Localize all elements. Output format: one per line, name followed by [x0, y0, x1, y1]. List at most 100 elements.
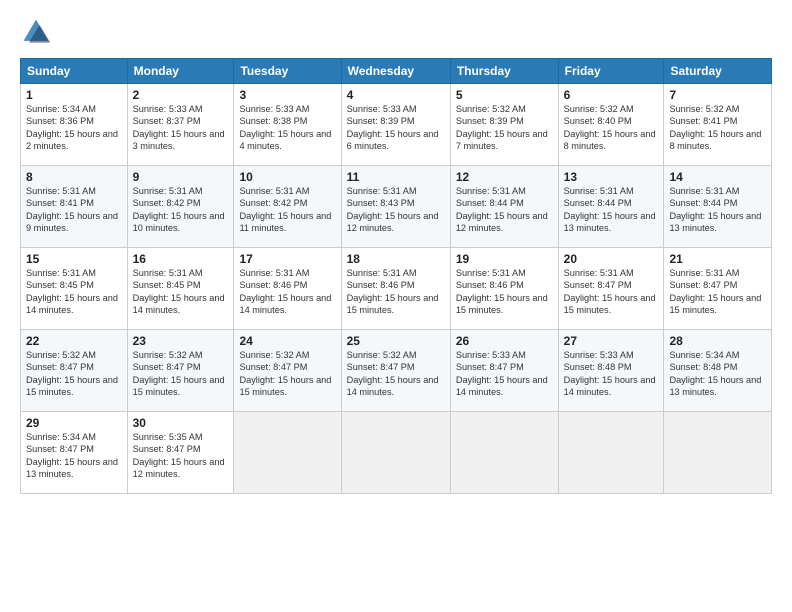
day-info: Sunrise: 5:33 AM Sunset: 8:38 PM Dayligh… — [239, 103, 335, 153]
day-number: 5 — [456, 88, 553, 102]
day-number: 10 — [239, 170, 335, 184]
day-info: Sunrise: 5:31 AM Sunset: 8:42 PM Dayligh… — [133, 185, 229, 235]
calendar-week-5: 29 Sunrise: 5:34 AM Sunset: 8:47 PM Dayl… — [21, 412, 772, 494]
day-number: 25 — [347, 334, 445, 348]
calendar-cell — [234, 412, 341, 494]
calendar-header-saturday: Saturday — [664, 59, 772, 84]
calendar-cell — [664, 412, 772, 494]
calendar-cell — [450, 412, 558, 494]
day-info: Sunrise: 5:31 AM Sunset: 8:45 PM Dayligh… — [133, 267, 229, 317]
calendar-header-tuesday: Tuesday — [234, 59, 341, 84]
day-info: Sunrise: 5:31 AM Sunset: 8:45 PM Dayligh… — [26, 267, 122, 317]
calendar-cell: 17 Sunrise: 5:31 AM Sunset: 8:46 PM Dayl… — [234, 248, 341, 330]
calendar-cell: 18 Sunrise: 5:31 AM Sunset: 8:46 PM Dayl… — [341, 248, 450, 330]
calendar-cell: 13 Sunrise: 5:31 AM Sunset: 8:44 PM Dayl… — [558, 166, 664, 248]
day-info: Sunrise: 5:31 AM Sunset: 8:41 PM Dayligh… — [26, 185, 122, 235]
day-info: Sunrise: 5:32 AM Sunset: 8:40 PM Dayligh… — [564, 103, 659, 153]
calendar-week-4: 22 Sunrise: 5:32 AM Sunset: 8:47 PM Dayl… — [21, 330, 772, 412]
calendar-cell: 12 Sunrise: 5:31 AM Sunset: 8:44 PM Dayl… — [450, 166, 558, 248]
day-info: Sunrise: 5:35 AM Sunset: 8:47 PM Dayligh… — [133, 431, 229, 481]
header — [20, 16, 772, 48]
day-info: Sunrise: 5:33 AM Sunset: 8:48 PM Dayligh… — [564, 349, 659, 399]
calendar-table: SundayMondayTuesdayWednesdayThursdayFrid… — [20, 58, 772, 494]
calendar-cell — [341, 412, 450, 494]
calendar-cell: 9 Sunrise: 5:31 AM Sunset: 8:42 PM Dayli… — [127, 166, 234, 248]
calendar-cell: 24 Sunrise: 5:32 AM Sunset: 8:47 PM Dayl… — [234, 330, 341, 412]
calendar-cell: 30 Sunrise: 5:35 AM Sunset: 8:47 PM Dayl… — [127, 412, 234, 494]
day-number: 2 — [133, 88, 229, 102]
day-info: Sunrise: 5:32 AM Sunset: 8:39 PM Dayligh… — [456, 103, 553, 153]
day-info: Sunrise: 5:34 AM Sunset: 8:48 PM Dayligh… — [669, 349, 766, 399]
page: SundayMondayTuesdayWednesdayThursdayFrid… — [0, 0, 792, 612]
calendar-cell: 16 Sunrise: 5:31 AM Sunset: 8:45 PM Dayl… — [127, 248, 234, 330]
day-number: 4 — [347, 88, 445, 102]
day-number: 21 — [669, 252, 766, 266]
calendar-cell: 11 Sunrise: 5:31 AM Sunset: 8:43 PM Dayl… — [341, 166, 450, 248]
day-info: Sunrise: 5:31 AM Sunset: 8:46 PM Dayligh… — [239, 267, 335, 317]
day-info: Sunrise: 5:31 AM Sunset: 8:44 PM Dayligh… — [456, 185, 553, 235]
calendar-cell: 2 Sunrise: 5:33 AM Sunset: 8:37 PM Dayli… — [127, 84, 234, 166]
day-number: 8 — [26, 170, 122, 184]
calendar-header-row: SundayMondayTuesdayWednesdayThursdayFrid… — [21, 59, 772, 84]
day-number: 12 — [456, 170, 553, 184]
logo — [20, 16, 56, 48]
day-number: 22 — [26, 334, 122, 348]
calendar-cell: 28 Sunrise: 5:34 AM Sunset: 8:48 PM Dayl… — [664, 330, 772, 412]
day-info: Sunrise: 5:31 AM Sunset: 8:47 PM Dayligh… — [669, 267, 766, 317]
calendar-cell: 19 Sunrise: 5:31 AM Sunset: 8:46 PM Dayl… — [450, 248, 558, 330]
calendar-header-monday: Monday — [127, 59, 234, 84]
calendar-cell: 6 Sunrise: 5:32 AM Sunset: 8:40 PM Dayli… — [558, 84, 664, 166]
calendar-cell — [558, 412, 664, 494]
day-number: 17 — [239, 252, 335, 266]
day-info: Sunrise: 5:32 AM Sunset: 8:41 PM Dayligh… — [669, 103, 766, 153]
calendar-cell: 23 Sunrise: 5:32 AM Sunset: 8:47 PM Dayl… — [127, 330, 234, 412]
day-number: 23 — [133, 334, 229, 348]
calendar-week-1: 1 Sunrise: 5:34 AM Sunset: 8:36 PM Dayli… — [21, 84, 772, 166]
day-info: Sunrise: 5:31 AM Sunset: 8:46 PM Dayligh… — [456, 267, 553, 317]
day-number: 20 — [564, 252, 659, 266]
calendar-cell: 15 Sunrise: 5:31 AM Sunset: 8:45 PM Dayl… — [21, 248, 128, 330]
calendar-cell: 25 Sunrise: 5:32 AM Sunset: 8:47 PM Dayl… — [341, 330, 450, 412]
day-info: Sunrise: 5:32 AM Sunset: 8:47 PM Dayligh… — [347, 349, 445, 399]
day-info: Sunrise: 5:31 AM Sunset: 8:44 PM Dayligh… — [669, 185, 766, 235]
calendar-header-wednesday: Wednesday — [341, 59, 450, 84]
day-number: 11 — [347, 170, 445, 184]
calendar-cell: 10 Sunrise: 5:31 AM Sunset: 8:42 PM Dayl… — [234, 166, 341, 248]
logo-icon — [20, 16, 52, 48]
calendar-body: 1 Sunrise: 5:34 AM Sunset: 8:36 PM Dayli… — [21, 84, 772, 494]
day-info: Sunrise: 5:33 AM Sunset: 8:47 PM Dayligh… — [456, 349, 553, 399]
calendar-cell: 29 Sunrise: 5:34 AM Sunset: 8:47 PM Dayl… — [21, 412, 128, 494]
calendar-cell: 7 Sunrise: 5:32 AM Sunset: 8:41 PM Dayli… — [664, 84, 772, 166]
day-info: Sunrise: 5:31 AM Sunset: 8:44 PM Dayligh… — [564, 185, 659, 235]
day-info: Sunrise: 5:32 AM Sunset: 8:47 PM Dayligh… — [239, 349, 335, 399]
day-number: 6 — [564, 88, 659, 102]
day-info: Sunrise: 5:31 AM Sunset: 8:42 PM Dayligh… — [239, 185, 335, 235]
day-number: 15 — [26, 252, 122, 266]
calendar-header-friday: Friday — [558, 59, 664, 84]
calendar-week-2: 8 Sunrise: 5:31 AM Sunset: 8:41 PM Dayli… — [21, 166, 772, 248]
day-info: Sunrise: 5:33 AM Sunset: 8:39 PM Dayligh… — [347, 103, 445, 153]
day-number: 16 — [133, 252, 229, 266]
calendar-cell: 26 Sunrise: 5:33 AM Sunset: 8:47 PM Dayl… — [450, 330, 558, 412]
day-number: 30 — [133, 416, 229, 430]
day-number: 24 — [239, 334, 335, 348]
calendar-cell: 3 Sunrise: 5:33 AM Sunset: 8:38 PM Dayli… — [234, 84, 341, 166]
day-number: 7 — [669, 88, 766, 102]
calendar-cell: 22 Sunrise: 5:32 AM Sunset: 8:47 PM Dayl… — [21, 330, 128, 412]
calendar-cell: 27 Sunrise: 5:33 AM Sunset: 8:48 PM Dayl… — [558, 330, 664, 412]
day-number: 18 — [347, 252, 445, 266]
calendar-cell: 1 Sunrise: 5:34 AM Sunset: 8:36 PM Dayli… — [21, 84, 128, 166]
day-number: 26 — [456, 334, 553, 348]
calendar-cell: 20 Sunrise: 5:31 AM Sunset: 8:47 PM Dayl… — [558, 248, 664, 330]
calendar-header-sunday: Sunday — [21, 59, 128, 84]
day-number: 29 — [26, 416, 122, 430]
day-info: Sunrise: 5:32 AM Sunset: 8:47 PM Dayligh… — [26, 349, 122, 399]
calendar-week-3: 15 Sunrise: 5:31 AM Sunset: 8:45 PM Dayl… — [21, 248, 772, 330]
calendar-cell: 8 Sunrise: 5:31 AM Sunset: 8:41 PM Dayli… — [21, 166, 128, 248]
day-number: 28 — [669, 334, 766, 348]
day-info: Sunrise: 5:31 AM Sunset: 8:46 PM Dayligh… — [347, 267, 445, 317]
day-info: Sunrise: 5:34 AM Sunset: 8:36 PM Dayligh… — [26, 103, 122, 153]
calendar-cell: 21 Sunrise: 5:31 AM Sunset: 8:47 PM Dayl… — [664, 248, 772, 330]
calendar-cell: 4 Sunrise: 5:33 AM Sunset: 8:39 PM Dayli… — [341, 84, 450, 166]
day-info: Sunrise: 5:34 AM Sunset: 8:47 PM Dayligh… — [26, 431, 122, 481]
